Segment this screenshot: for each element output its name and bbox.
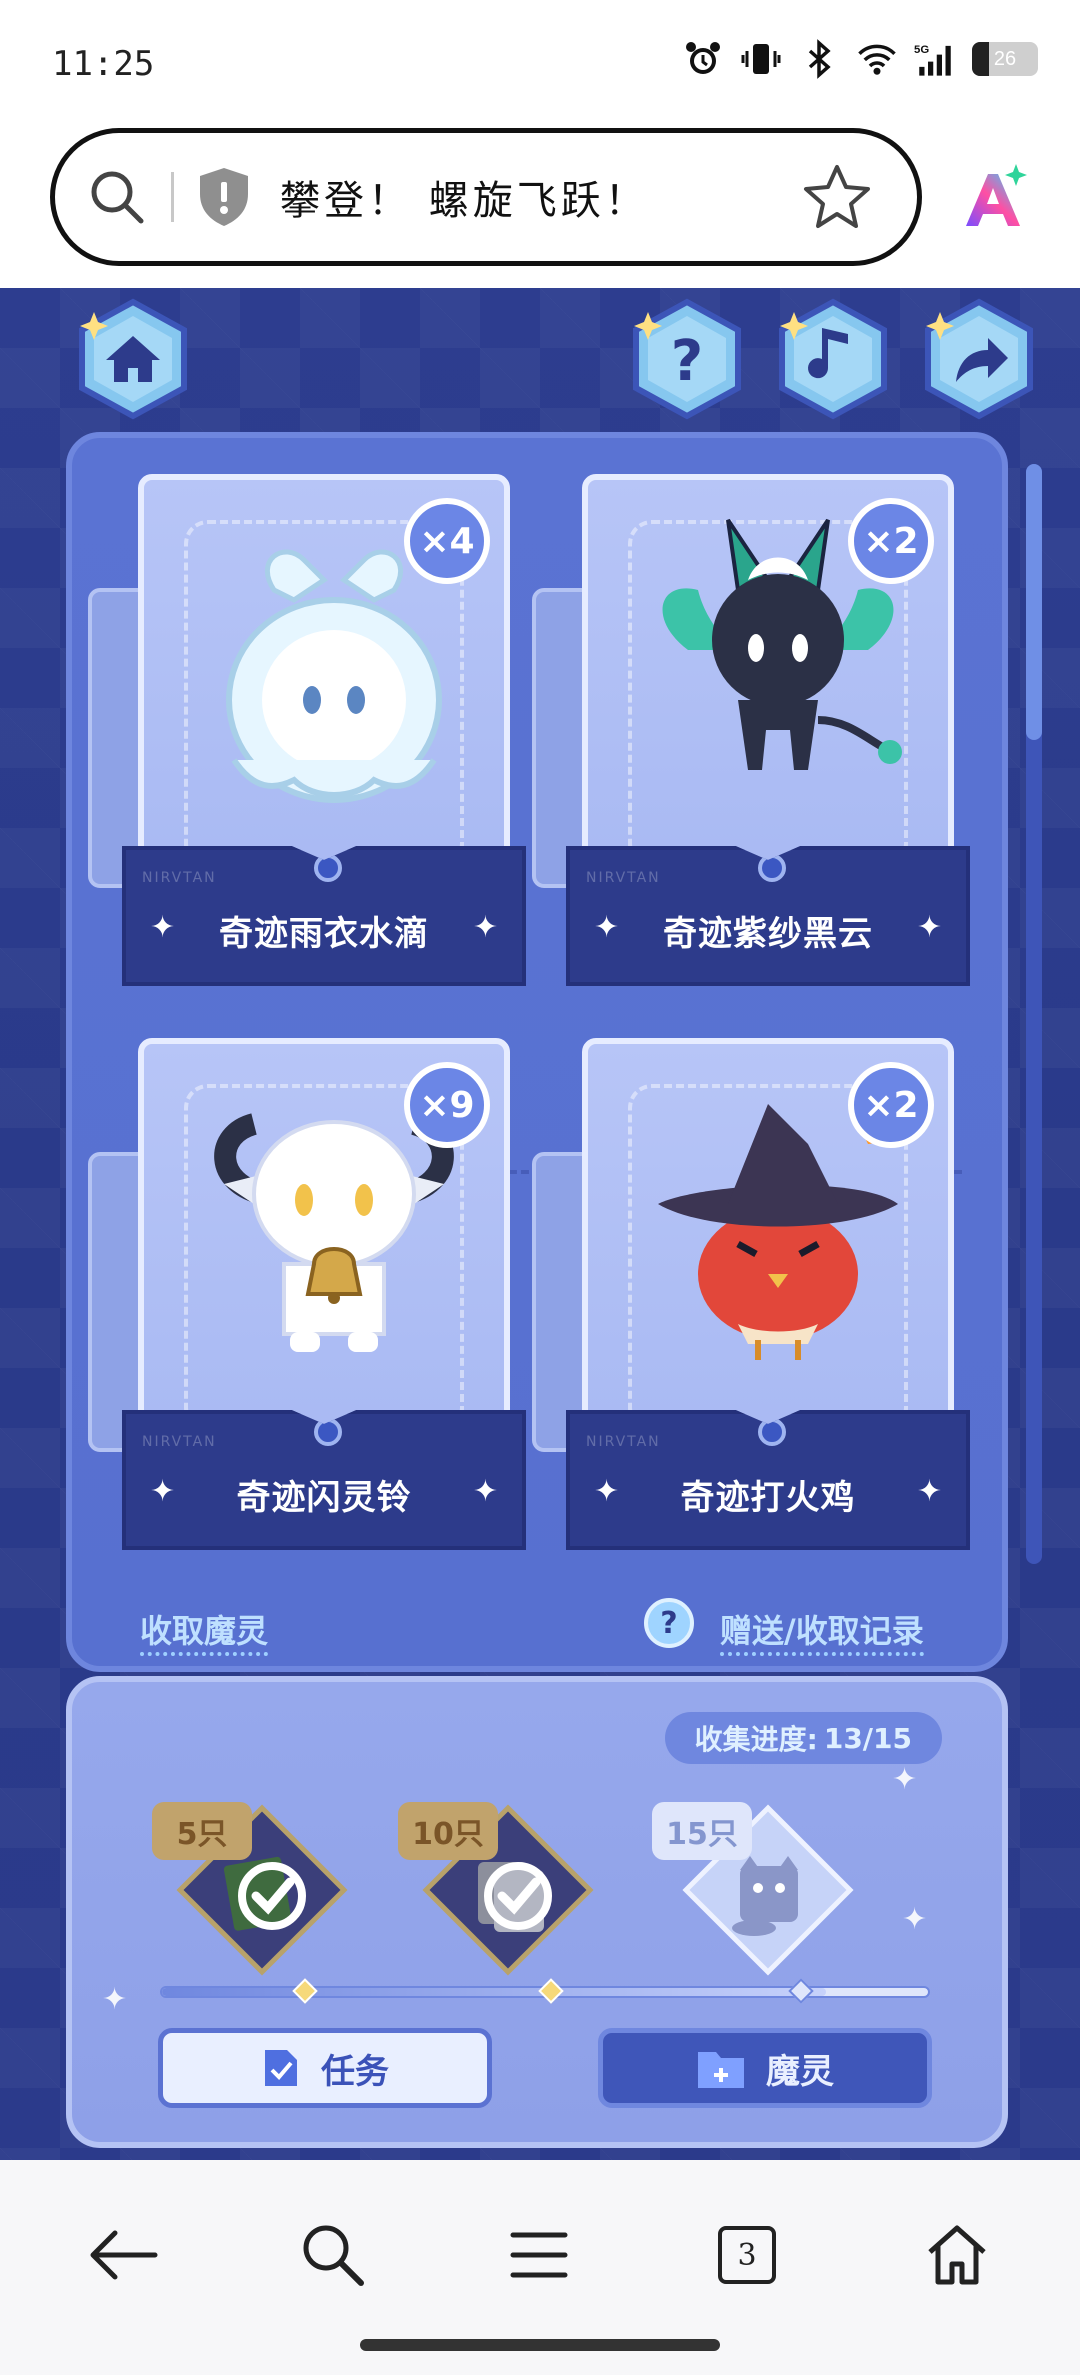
milestone-node <box>788 1978 814 2004</box>
card-count-badge: ×9 <box>404 1062 490 1148</box>
card-firelighter-chick[interactable]: ×2 NIRVTAN ✦ 奇迹打火鸡 ✦ <box>532 1038 970 1558</box>
card-count-badge: ×2 <box>848 1062 934 1148</box>
menu-icon <box>510 2232 568 2278</box>
collection-progress: 收集进度: 13/15 <box>664 1712 942 1764</box>
card-name: 奇迹雨衣水滴 <box>219 914 429 954</box>
collection-panel: 收集进度: 13/15 ✦ ✦ ✦ 5只 10只 15只 任务 魔灵 <box>66 1676 1008 2148</box>
home-icon <box>928 2225 986 2285</box>
game-area: ? ×4 NIRVTAN ✦ 奇迹雨衣水滴 ✦ ×2 NIRVTAN ✦ 奇迹紫… <box>0 288 1080 2160</box>
share-icon <box>925 298 1033 420</box>
address-bar[interactable]: 攀登！ 螺旋飞跃！ <box>50 128 922 266</box>
tabs-count: 3 <box>718 2226 776 2284</box>
vibrate-icon <box>740 38 782 80</box>
share-button[interactable] <box>918 298 1040 420</box>
spirit-button-label: 魔灵 <box>766 2051 834 2092</box>
battery-icon: 26 <box>972 42 1038 76</box>
scrollbar[interactable] <box>1026 464 1042 1564</box>
ai-assistant-icon[interactable] <box>958 160 1032 234</box>
sparkle-icon: ✦ <box>102 1982 128 2017</box>
search-icon <box>303 2225 364 2286</box>
svg-text:?: ? <box>671 329 703 394</box>
gift-record-link[interactable]: 赠送/收取记录 <box>720 1606 924 1656</box>
back-button[interactable] <box>78 2210 168 2300</box>
bluetooth-icon <box>798 38 840 80</box>
search-button[interactable] <box>288 2210 378 2300</box>
help-button[interactable]: ? <box>626 298 748 420</box>
status-icons: 5G 26 <box>682 38 1038 80</box>
status-time: 11:25 <box>52 44 155 84</box>
card-name: 奇迹紫纱黑云 <box>663 914 873 954</box>
sparkle-icon: ✦ <box>916 910 942 945</box>
home-button[interactable] <box>72 298 194 420</box>
status-bar: 11:25 5G 26 <box>0 0 1080 120</box>
wifi-icon <box>856 38 898 80</box>
cards-panel: ×4 NIRVTAN ✦ 奇迹雨衣水滴 ✦ ×2 NIRVTAN ✦ 奇迹紫纱黑… <box>66 432 1008 1672</box>
sparkle-icon: ✦ <box>472 910 498 945</box>
card-raincoat-droplet[interactable]: ×4 NIRVTAN ✦ 奇迹雨衣水滴 ✦ <box>88 474 526 994</box>
task-button[interactable]: 任务 <box>158 2028 492 2108</box>
spirit-button[interactable]: 魔灵 <box>598 2028 932 2108</box>
card-name-plate: NIRVTAN ✦ 奇迹打火鸡 ✦ <box>566 1410 970 1550</box>
card-name: 奇迹打火鸡 <box>680 1478 856 1518</box>
folder-add-icon <box>698 2052 744 2088</box>
task-button-label: 任务 <box>321 2051 389 2092</box>
home-indicator[interactable] <box>360 2339 720 2351</box>
back-arrow-icon <box>90 2230 158 2280</box>
music-icon <box>779 298 887 420</box>
task-icon <box>265 2050 297 2086</box>
collection-progress-fill <box>162 1988 827 1996</box>
tabs-button[interactable]: 3 <box>702 2210 792 2300</box>
card-count-badge: ×4 <box>404 498 490 584</box>
sparkle-icon: ✦ <box>472 1474 498 1509</box>
card-flash-bell[interactable]: ×9 NIRVTAN ✦ 奇迹闪灵铃 ✦ <box>88 1038 526 1558</box>
menu-button[interactable] <box>494 2210 584 2300</box>
battery-level: 26 <box>993 47 1017 70</box>
sparkle-icon: ✦ <box>916 1474 942 1509</box>
home-icon <box>79 298 187 420</box>
card-count-badge: ×2 <box>848 498 934 584</box>
cellular-signal-icon: 5G <box>914 38 956 80</box>
collect-spirit-link[interactable]: 收取魔灵 <box>140 1606 269 1656</box>
sparkle-icon: ✦ <box>892 1762 918 1797</box>
progress-label: 收集进度: <box>694 1723 818 1756</box>
address-bar-divider <box>171 172 174 222</box>
shield-icon[interactable] <box>196 166 252 228</box>
record-help-icon[interactable]: ? <box>644 1598 694 1648</box>
card-name-plate: NIRVTAN ✦ 奇迹紫纱黑云 ✦ <box>566 846 970 986</box>
milestone-tag: 15只 <box>652 1802 752 1860</box>
progress-value: 13/15 <box>823 1721 912 1755</box>
milestone-node <box>538 1978 564 2004</box>
card-name: 奇迹闪灵铃 <box>236 1478 412 1518</box>
card-name-plate: NIRVTAN ✦ 奇迹闪灵铃 ✦ <box>122 1410 526 1550</box>
milestone-node <box>292 1978 318 2004</box>
card-purple-gauze-cloud[interactable]: ×2 NIRVTAN ✦ 奇迹紫纱黑云 ✦ <box>532 474 970 994</box>
help-icon: ? <box>633 298 741 420</box>
page-title[interactable]: 攀登！ 螺旋飞跃！ <box>280 168 649 226</box>
home-button[interactable] <box>912 2210 1002 2300</box>
alarm-icon <box>682 38 724 80</box>
bookmark-star-icon[interactable] <box>801 161 873 233</box>
svg-text:5G: 5G <box>914 44 929 56</box>
scrollbar-thumb[interactable] <box>1026 464 1042 740</box>
music-button[interactable] <box>772 298 894 420</box>
milestone-tag: 5只 <box>152 1802 252 1860</box>
search-icon[interactable] <box>85 165 149 229</box>
card-name-plate: NIRVTAN ✦ 奇迹雨衣水滴 ✦ <box>122 846 526 986</box>
sparkle-icon: ✦ <box>902 1902 928 1937</box>
milestone-tag: 10只 <box>398 1802 498 1860</box>
